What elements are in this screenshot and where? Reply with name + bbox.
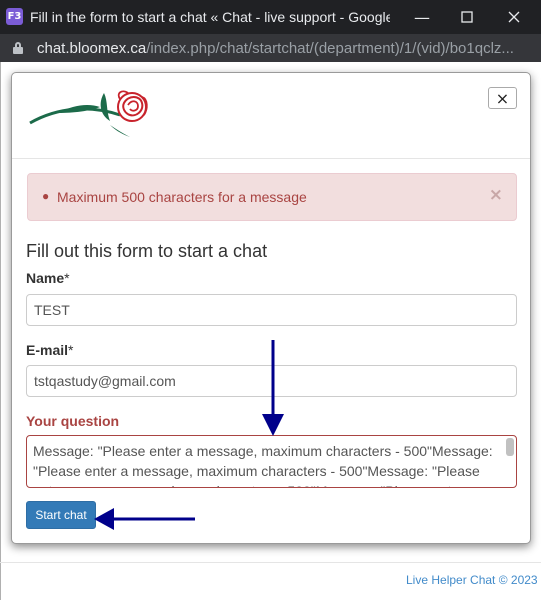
alert-bullet-icon: ● — [42, 189, 50, 203]
url-text[interactable]: chat.bloomex.ca/index.php/chat/startchat… — [37, 40, 537, 57]
chat-modal: × ● Maximum 500 characters for a message… — [11, 72, 531, 544]
modal-header: × — [12, 73, 530, 159]
maximize-icon[interactable] — [453, 4, 481, 30]
window-title: Fill in the form to start a chat « Chat … — [30, 9, 390, 25]
start-chat-button[interactable]: Start chat — [26, 501, 96, 529]
email-input[interactable]: tstqastudy@gmail.com — [26, 365, 517, 397]
name-label-text: Name — [26, 270, 65, 286]
page-border — [0, 62, 1, 600]
scrollbar-thumb[interactable] — [506, 438, 514, 456]
lock-icon — [13, 42, 23, 54]
form-title: Fill out this form to start a chat — [26, 241, 268, 261]
url-path: /index.php/chat/startchat/(department)/1… — [146, 40, 514, 57]
name-input[interactable]: TEST — [26, 294, 517, 326]
footer-link[interactable]: Live Helper Chat © 2023 — [406, 573, 538, 587]
minimize-icon[interactable]: — — [408, 4, 436, 30]
question-textarea[interactable]: Message: "Please enter a message, maximu… — [26, 435, 517, 488]
email-label-text: E-mail — [26, 342, 69, 358]
error-alert: ● Maximum 500 characters for a message × — [27, 173, 517, 221]
browser-titlebar: F3 Fill in the form to start a chat « Ch… — [0, 0, 541, 34]
question-label: Your question — [26, 413, 120, 429]
alert-close-button[interactable]: × — [489, 185, 503, 205]
rose-logo — [29, 90, 148, 137]
footer-divider — [0, 562, 541, 563]
close-icon[interactable] — [500, 4, 528, 30]
question-text: Message: "Please enter a message, maximu… — [33, 443, 493, 487]
app-icon: F3 — [6, 8, 23, 25]
modal-close-button[interactable]: × — [488, 87, 517, 109]
email-label: E-mail* — [26, 342, 73, 358]
textarea-scrollbar[interactable] — [506, 438, 514, 485]
address-bar[interactable]: chat.bloomex.ca/index.php/chat/startchat… — [0, 34, 541, 62]
url-host: chat.bloomex.ca — [37, 40, 147, 57]
alert-message: Maximum 500 characters for a message — [57, 189, 307, 205]
name-label: Name* — [26, 270, 70, 286]
email-required-mark: * — [68, 342, 74, 358]
name-required-mark: * — [64, 270, 70, 286]
